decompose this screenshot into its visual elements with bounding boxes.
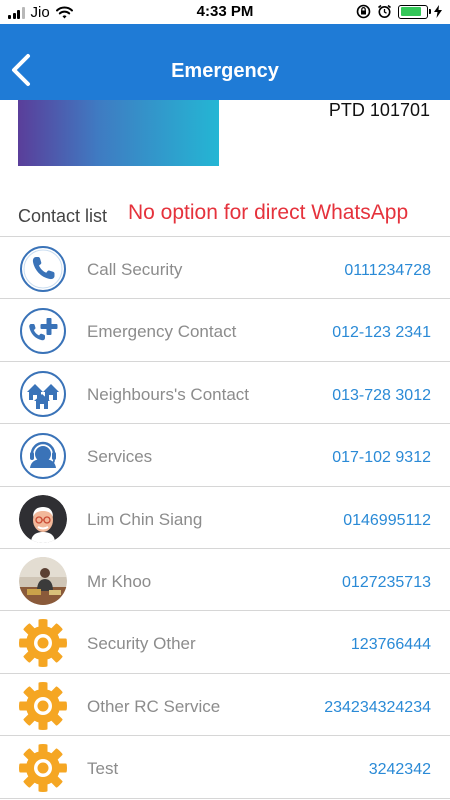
contact-row-call-security[interactable]: Call Security 0111234728: [0, 237, 450, 300]
contact-row-emergency-contact[interactable]: Emergency Contact 012-123 2341: [0, 299, 450, 362]
avatar: [19, 494, 67, 543]
contact-phone[interactable]: 0127235713: [342, 574, 431, 592]
contact-row-test[interactable]: Test 3242342: [0, 736, 450, 799]
contact-row-other-rc-service[interactable]: Other RC Service 234234324234: [0, 674, 450, 737]
unit-code: PTD 101701: [328, 100, 430, 120]
contact-name: Mr Khoo: [87, 571, 152, 591]
contact-name: Other RC Service: [87, 696, 221, 716]
alarm-icon: [378, 4, 391, 18]
rotation-lock-icon: [356, 4, 371, 19]
avatar: [19, 556, 67, 605]
app-header: Emergency: [0, 24, 450, 100]
contact-phone[interactable]: 3242342: [369, 761, 431, 779]
battery-level: [400, 7, 421, 16]
contact-name: Services: [87, 447, 153, 467]
contact-name: Emergency Contact: [87, 322, 237, 342]
page-title: Emergency: [171, 60, 279, 82]
contact-name: Call Security: [87, 260, 183, 279]
contact-row-neighbours[interactable]: Neighbours's Contact 013-728 3012: [0, 362, 450, 425]
status-bar: Jio 4:33 PM: [0, 0, 450, 24]
annotation-note: No option for direct WhatsApp: [128, 201, 409, 224]
gear-icon: [19, 744, 67, 793]
contact-row-lim-chin-siang[interactable]: Lim Chin Siang 0146995112: [0, 487, 450, 549]
charging-bolt-icon: [434, 5, 442, 18]
gear-icon: [19, 619, 67, 668]
contact-row-mr-khoo[interactable]: Mr Khoo 0127235713: [0, 549, 450, 612]
contact-phone[interactable]: 234234324234: [324, 699, 431, 717]
contact-row-security-other[interactable]: Security Other 123766444: [0, 611, 450, 674]
contact-name: Security Other: [87, 634, 196, 654]
contact-phone[interactable]: 017-102 9312: [332, 449, 431, 467]
contact-phone[interactable]: 123766444: [351, 636, 431, 654]
contact-list: Call Security 0111234728 Emergency Conta…: [0, 237, 450, 799]
status-right: [356, 4, 442, 19]
contact-row-services[interactable]: Services 017-102 9312: [0, 424, 450, 487]
headset-icon: [19, 432, 67, 480]
contact-name: Test: [87, 759, 119, 779]
gear-icon: [19, 681, 67, 730]
phone-plus-icon: [19, 307, 67, 355]
contact-phone[interactable]: 012-123 2341: [332, 324, 431, 342]
phone-icon: [19, 245, 67, 293]
houses-icon: [19, 370, 67, 418]
contact-phone[interactable]: 013-728 3012: [332, 387, 431, 405]
battery-icon: [398, 4, 431, 19]
contact-phone[interactable]: 0146995112: [343, 512, 431, 530]
section-title: Contact list: [18, 206, 108, 226]
contact-name: Lim Chin Siang: [87, 509, 203, 529]
contact-phone[interactable]: 0111234728: [344, 262, 431, 280]
property-banner: [18, 100, 219, 166]
contact-name: Neighbours's Contact: [87, 384, 249, 404]
